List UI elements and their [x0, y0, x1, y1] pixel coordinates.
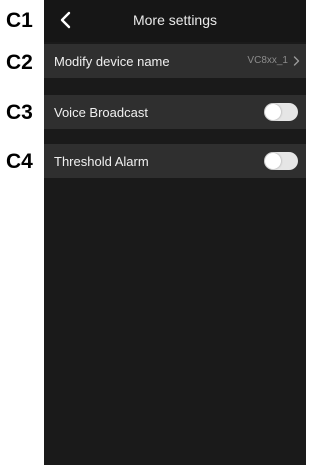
voice-broadcast-toggle[interactable] — [264, 103, 298, 121]
voice-broadcast-row: Voice Broadcast — [44, 95, 306, 129]
device-name-value: VC8xx_1 — [247, 55, 288, 66]
voice-broadcast-label: Voice Broadcast — [54, 105, 148, 120]
callout-c2: C2 — [6, 51, 33, 74]
modify-device-name-label: Modify device name — [54, 54, 170, 69]
chevron-right-icon — [293, 56, 300, 66]
modify-device-name-row[interactable]: Modify device name VC8xx_1 — [44, 44, 306, 78]
callout-c4: C4 — [6, 150, 33, 173]
header-bar: More settings — [44, 0, 306, 42]
annotated-screenshot: C1 C2 C3 C4 More settings Modify device … — [0, 0, 306, 465]
threshold-alarm-toggle[interactable] — [264, 152, 298, 170]
threshold-alarm-row: Threshold Alarm — [44, 144, 306, 178]
toggle-knob — [265, 104, 281, 120]
callout-c3: C3 — [6, 101, 33, 124]
threshold-alarm-label: Threshold Alarm — [54, 154, 149, 169]
callout-c1: C1 — [6, 9, 33, 32]
page-title: More settings — [132, 12, 218, 28]
phone-screen: More settings Modify device name VC8xx_1… — [44, 0, 306, 465]
toggle-knob — [265, 153, 281, 169]
